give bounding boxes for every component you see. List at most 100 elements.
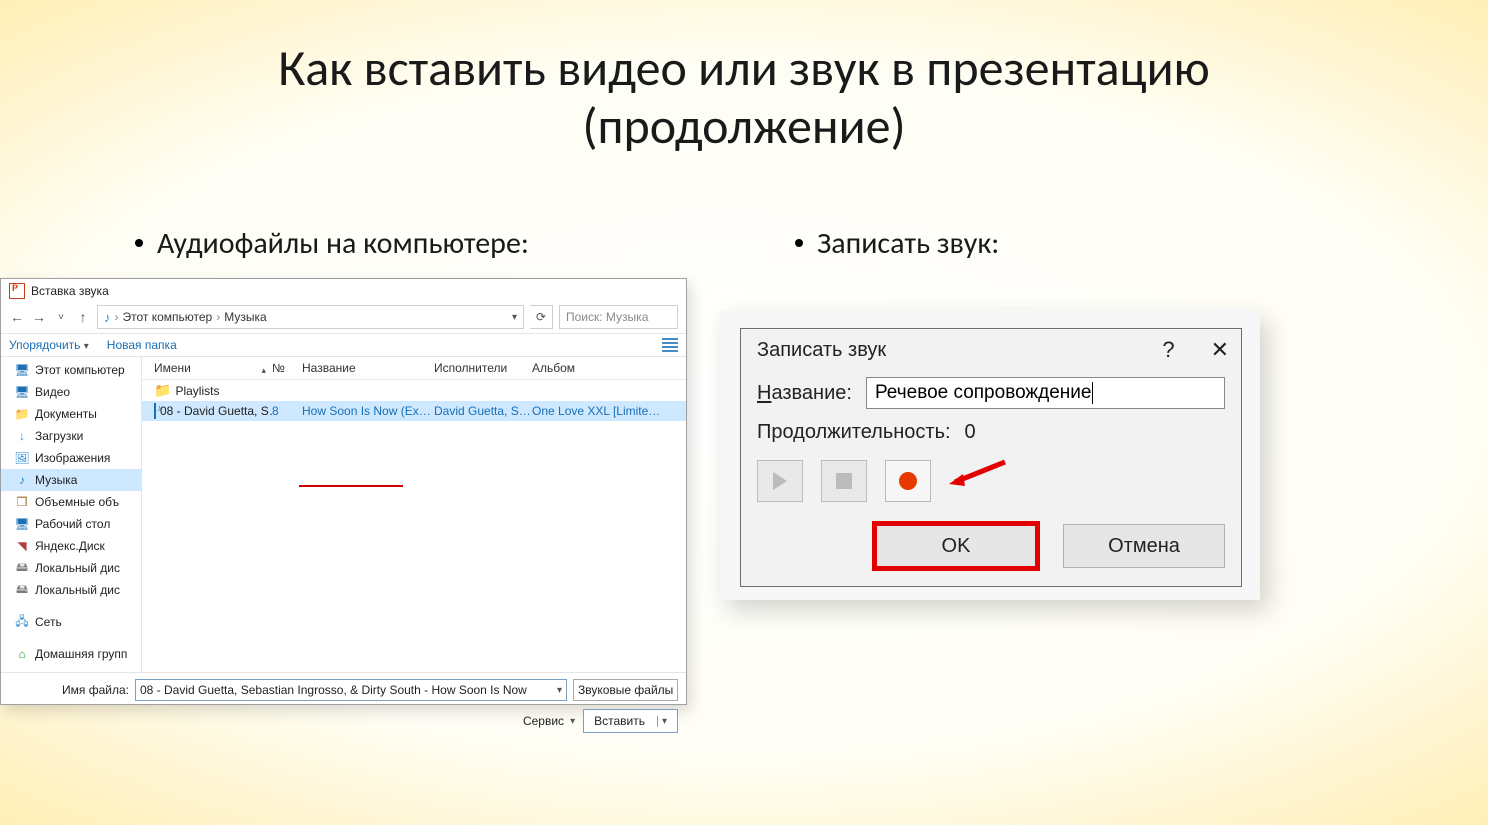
filetype-filter[interactable]: Звуковые файлы bbox=[573, 679, 678, 701]
record-screenshot: Записать звук ? ✕ Название: Речевое сопр… bbox=[720, 310, 1260, 600]
duration-value: 0 bbox=[965, 421, 976, 444]
annotation-arrow-icon bbox=[947, 458, 1007, 488]
slide-title: Как вставить видео или звук в презентаци… bbox=[0, 40, 1488, 155]
filename-input[interactable]: 08 - David Guetta, Sebastian Ingrosso, &… bbox=[135, 679, 567, 701]
chevron-right-icon: › bbox=[115, 310, 119, 324]
sb-disk1[interactable]: 🖴 Локальный дис bbox=[1, 557, 141, 579]
view-icon[interactable] bbox=[662, 338, 678, 352]
stop-icon bbox=[836, 473, 852, 489]
sidebar-item-label: Этот компьютер bbox=[35, 363, 125, 377]
cell-name: 08 - David Guetta, S… bbox=[142, 403, 272, 419]
text-cursor bbox=[1092, 382, 1093, 404]
filename-row: Имя файла: 08 - David Guetta, Sebastian … bbox=[9, 679, 678, 701]
sb-images[interactable]: 🖼 Изображения bbox=[1, 447, 141, 469]
sb-desktop[interactable]: 🖥Рабочий стол bbox=[1, 513, 141, 535]
nav-recent-icon[interactable]: ˅ bbox=[53, 309, 69, 325]
record-button[interactable] bbox=[885, 460, 931, 502]
col-title[interactable]: Название bbox=[302, 361, 434, 375]
duration-row: Продолжительность: 0 bbox=[757, 421, 1225, 444]
cell-name: 📁Playlists bbox=[142, 382, 272, 399]
dialog-actions: OK Отмена bbox=[757, 524, 1225, 568]
help-icon[interactable]: ? bbox=[1162, 337, 1174, 363]
monitor-icon: 🖥 bbox=[15, 385, 29, 399]
sidebar-item-label: Загрузки bbox=[35, 429, 83, 443]
dialog-bottom: Имя файла: 08 - David Guetta, Sebastian … bbox=[1, 672, 686, 741]
sb-music[interactable]: ♪Музыка bbox=[1, 469, 141, 491]
duration-label: Продолжительность: bbox=[757, 421, 951, 444]
ok-button[interactable]: OK bbox=[875, 524, 1037, 568]
record-icon bbox=[899, 472, 917, 490]
sb-yadisk[interactable]: ◥Яндекс.Диск bbox=[1, 535, 141, 557]
play-icon bbox=[773, 472, 787, 490]
newfolder-button[interactable]: Новая папка bbox=[107, 338, 177, 352]
cancel-button[interactable]: Отмена bbox=[1063, 524, 1225, 568]
name-input[interactable]: Речевое сопровождение bbox=[866, 377, 1225, 409]
button-row: Сервис▾ Вставить ▾ bbox=[9, 709, 678, 733]
insert-label: Вставить bbox=[594, 714, 645, 728]
sb-3d[interactable]: ❒ Объемные объ bbox=[1, 491, 141, 513]
disk-icon: 🖴 bbox=[15, 561, 29, 575]
cell-num: 8 bbox=[272, 404, 302, 418]
name-row: Название: Речевое сопровождение bbox=[757, 377, 1225, 409]
search-placeholder: Поиск: Музыка bbox=[566, 310, 648, 324]
insert-button[interactable]: Вставить ▾ bbox=[583, 709, 678, 733]
nav-back-icon[interactable]: ← bbox=[9, 309, 25, 325]
col-num[interactable]: № bbox=[272, 361, 302, 375]
organize-button[interactable]: Упорядочить ▾ bbox=[9, 338, 89, 352]
list-row[interactable]: 08 - David Guetta, S…8How Soon Is Now (E… bbox=[142, 401, 686, 421]
col-album[interactable]: Альбом bbox=[532, 361, 662, 375]
sb-video[interactable]: 🖥Видео bbox=[1, 381, 141, 403]
sb-disk2[interactable]: 🖴Локальный дис bbox=[1, 579, 141, 601]
list-row[interactable]: 📁Playlists bbox=[142, 380, 686, 401]
col-name[interactable]: Имени▴ bbox=[142, 361, 272, 375]
cell-perf: David Guetta, Seb… bbox=[434, 404, 532, 418]
cell-album: One Love XXL [Limite… bbox=[532, 404, 662, 418]
yadisk-icon: ◥ bbox=[15, 539, 29, 553]
sb-downloads[interactable]: ↓ Загрузки bbox=[1, 425, 141, 447]
sidebar-item-label: Сеть bbox=[35, 615, 62, 629]
sb-docs[interactable]: 📁Документы bbox=[1, 403, 141, 425]
sidebar-item-label: Локальный дис bbox=[35, 561, 120, 575]
play-button[interactable] bbox=[757, 460, 803, 502]
sidebar: 🖥 Этот компьютер 🖥Видео📁Документы ↓ Загрузки… bbox=[1, 357, 142, 672]
bullet-record: Записать звук: bbox=[795, 225, 999, 262]
sidebar-item-label: Объемные объ bbox=[35, 495, 119, 509]
name-value: Речевое сопровождение bbox=[875, 382, 1092, 404]
search-input[interactable]: Поиск: Музыка bbox=[559, 305, 678, 329]
cell-title: How Soon Is Now (Extend… bbox=[302, 404, 434, 418]
sb-homegroup[interactable]: ⌂Домашняя групп bbox=[1, 643, 141, 665]
bullet-left-text: Аудиофайлы на компьютере: bbox=[157, 225, 529, 262]
nav-fwd-icon[interactable]: → bbox=[31, 309, 47, 325]
chevron-down-icon[interactable]: ▾ bbox=[657, 716, 667, 727]
dialog-body: 🖥 Этот компьютер 🖥Видео📁Документы ↓ Загрузки… bbox=[1, 357, 686, 672]
breadcrumb[interactable]: ♪ › Этот компьютер › Музыка ▾ bbox=[97, 305, 524, 329]
service-menu[interactable]: Сервис▾ bbox=[523, 714, 575, 728]
music-icon: ♪ bbox=[15, 473, 29, 487]
pic-icon: 🖼 bbox=[15, 451, 29, 465]
refresh-icon[interactable]: ⟳ bbox=[530, 305, 553, 329]
down-icon: ↓ bbox=[15, 429, 29, 443]
dialog-titlebar: Вставка звука bbox=[1, 279, 686, 303]
sort-caret-icon: ▴ bbox=[261, 365, 266, 376]
close-icon[interactable]: ✕ bbox=[1211, 337, 1229, 363]
sb-network[interactable]: 🖧Сеть bbox=[1, 611, 141, 633]
sb-pc[interactable]: 🖥 Этот компьютер bbox=[1, 359, 141, 381]
sidebar-item-label: Изображения bbox=[35, 451, 110, 465]
monitor-icon: 🖥 bbox=[15, 363, 29, 377]
file-list: Имени▴ № Название Исполнители Альбом 📁Pl… bbox=[142, 357, 686, 672]
nav-up-icon[interactable]: ↑ bbox=[75, 309, 91, 325]
stop-button[interactable] bbox=[821, 460, 867, 502]
chevron-down-icon[interactable]: ▾ bbox=[512, 312, 517, 323]
list-header: Имени▴ № Название Исполнители Альбом bbox=[142, 357, 686, 380]
cube-icon: ❒ bbox=[15, 495, 29, 509]
chevron-down-icon: ▾ bbox=[84, 341, 89, 352]
dialog-title: Вставка звука bbox=[31, 284, 109, 298]
breadcrumb-folder[interactable]: Музыка bbox=[224, 310, 266, 324]
breadcrumb-root[interactable]: Этот компьютер bbox=[123, 310, 213, 324]
transport-buttons bbox=[757, 460, 1225, 502]
filename-value: 08 - David Guetta, Sebastian Ingrosso, &… bbox=[140, 683, 527, 697]
home-icon: ⌂ bbox=[15, 647, 29, 661]
sidebar-item-label: Рабочий стол bbox=[35, 517, 110, 531]
col-performer[interactable]: Исполнители bbox=[434, 361, 532, 375]
chevron-down-icon[interactable]: ▾ bbox=[557, 685, 562, 696]
